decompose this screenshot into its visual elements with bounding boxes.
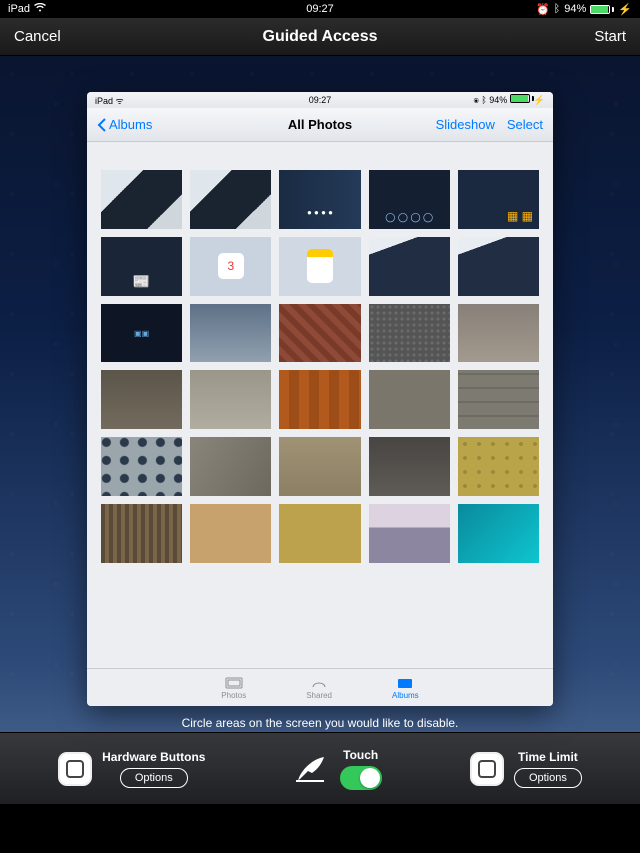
inner-device: iPad ᯤ <box>95 94 124 107</box>
back-albums-button[interactable]: Albums <box>97 117 152 132</box>
photo-thumb[interactable] <box>369 304 450 363</box>
photo-thumb[interactable] <box>101 170 182 229</box>
time-limit-options-button[interactable]: Options <box>514 768 582 788</box>
photo-thumb[interactable] <box>190 437 271 496</box>
wifi-icon <box>34 3 46 15</box>
photo-thumb[interactable] <box>101 304 182 363</box>
inner-time: 09:27 <box>309 95 332 105</box>
cancel-button[interactable]: Cancel <box>14 28 61 45</box>
alarm-icon: ⏰ <box>536 3 550 16</box>
photos-title: All Photos <box>288 117 352 132</box>
photo-thumb[interactable] <box>369 437 450 496</box>
device-label: iPad <box>8 3 30 15</box>
outer-status-bar: iPad 09:27 ⏰ ᛒ 94% ⚡ <box>0 0 640 18</box>
tab-shared[interactable]: Shared <box>306 676 332 700</box>
battery-icon <box>590 5 614 14</box>
embedded-app: iPad ᯤ 09:27 ⦿ ᛒ 94% ⚡ Albums All Photos… <box>87 92 553 706</box>
photo-thumb[interactable] <box>101 237 182 296</box>
hardware-buttons-button[interactable] <box>58 752 92 786</box>
photo-thumb[interactable] <box>279 370 360 429</box>
photo-thumb[interactable] <box>101 437 182 496</box>
photo-thumb[interactable] <box>190 370 271 429</box>
photo-thumb[interactable] <box>190 237 271 296</box>
stage-area[interactable]: iPad ᯤ 09:27 ⦿ ᛒ 94% ⚡ Albums All Photos… <box>0 56 640 732</box>
charging-icon: ⚡ <box>618 3 632 16</box>
photo-thumb[interactable] <box>369 170 450 229</box>
shared-tab-icon <box>310 676 328 690</box>
photo-thumb[interactable] <box>458 437 539 496</box>
photo-thumb[interactable] <box>279 504 360 563</box>
tab-albums[interactable]: Albums <box>392 676 419 700</box>
photo-thumb[interactable] <box>279 170 360 229</box>
hint-text: Circle areas on the screen you would lik… <box>182 716 459 730</box>
select-button[interactable]: Select <box>507 117 543 132</box>
photo-thumb[interactable] <box>458 237 539 296</box>
photo-thumb[interactable] <box>369 237 450 296</box>
photo-thumb[interactable] <box>458 504 539 563</box>
photos-nav-bar: Albums All Photos Slideshow Select <box>87 108 553 142</box>
photo-thumb[interactable] <box>279 304 360 363</box>
photos-tab-icon <box>225 676 243 690</box>
hardware-options-button[interactable]: Options <box>120 768 188 788</box>
photo-thumb[interactable] <box>279 437 360 496</box>
photo-thumb[interactable] <box>101 504 182 563</box>
outer-time: 09:27 <box>306 3 334 15</box>
photo-thumb[interactable] <box>190 304 271 363</box>
photo-thumb[interactable] <box>369 370 450 429</box>
photo-thumb[interactable] <box>458 370 539 429</box>
albums-tab-icon <box>396 676 414 690</box>
bluetooth-icon: ᛒ <box>554 3 561 15</box>
photos-tab-bar: Photos Shared Albums <box>87 668 553 706</box>
photo-thumb[interactable] <box>458 170 539 229</box>
touch-toggle[interactable] <box>340 766 382 790</box>
photo-thumb[interactable] <box>458 304 539 363</box>
quill-icon <box>294 755 328 783</box>
time-limit-button[interactable] <box>470 752 504 786</box>
photo-grid <box>87 142 553 668</box>
guided-access-bar: Cancel Guided Access Start <box>0 18 640 56</box>
photo-thumb[interactable] <box>279 237 360 296</box>
slideshow-button[interactable]: Slideshow <box>436 117 495 132</box>
guided-access-title: Guided Access <box>262 28 377 46</box>
start-button[interactable]: Start <box>594 28 626 45</box>
photo-thumb[interactable] <box>101 370 182 429</box>
photo-thumb[interactable] <box>190 170 271 229</box>
tab-photos[interactable]: Photos <box>221 676 246 700</box>
photo-thumb[interactable] <box>190 504 271 563</box>
battery-percent: 94% <box>564 3 586 15</box>
hardware-buttons-label: Hardware Buttons <box>102 750 205 764</box>
chevron-left-icon <box>97 118 106 132</box>
photo-thumb[interactable] <box>369 504 450 563</box>
inner-status-bar: iPad ᯤ 09:27 ⦿ ᛒ 94% ⚡ <box>87 92 553 108</box>
guided-access-toolbar: Hardware Buttons Options Touch Time Limi… <box>0 732 640 804</box>
time-limit-label: Time Limit <box>518 750 578 764</box>
inner-battery: ⦿ ᛒ 94% ⚡ <box>473 94 545 106</box>
touch-label: Touch <box>343 748 378 762</box>
